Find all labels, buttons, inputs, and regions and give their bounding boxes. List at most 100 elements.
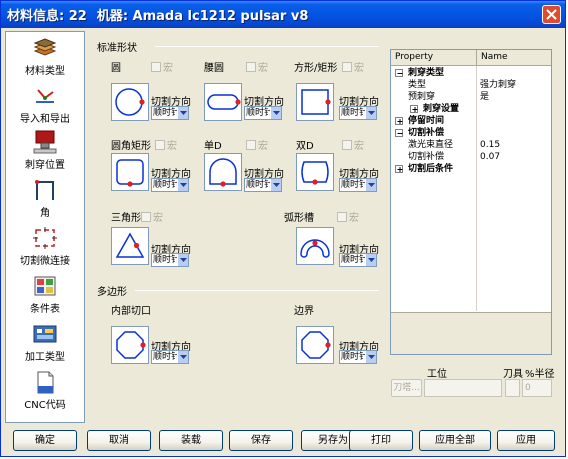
save-button[interactable]: 保存: [229, 430, 293, 451]
group-divider: [135, 290, 379, 291]
cut-direction-select[interactable]: 顺时针: [339, 253, 377, 267]
title-bar[interactable]: 材料信息: 22 机器: Amada lc1212 pulsar v8: [1, 1, 565, 28]
chevron-down-icon: [365, 351, 376, 363]
condition-table-icon: [34, 276, 56, 296]
standard-shapes-title: 标准形状: [97, 43, 137, 54]
shape-box-rectangle[interactable]: [296, 83, 334, 121]
property-row[interactable]: 预刺穿 是: [391, 91, 551, 103]
sidebar-item-micro-joint[interactable]: 切割微连接: [6, 226, 84, 274]
property-row[interactable]: 刺穿类型: [391, 67, 551, 79]
shape-box-obround[interactable]: [204, 83, 242, 121]
single-d-shape-icon: [209, 158, 237, 187]
property-row[interactable]: 类型 强力刺穿: [391, 79, 551, 91]
expand-icon[interactable]: [395, 165, 403, 173]
chevron-down-icon: [365, 179, 376, 191]
cut-direction-select[interactable]: 顺时针: [151, 350, 189, 364]
shape-label-border: 边界: [294, 306, 314, 317]
rectangle-shape-icon: [301, 89, 331, 115]
name-column-header[interactable]: Name: [481, 52, 508, 62]
apply-all-button[interactable]: 应用全部: [419, 430, 491, 451]
sidebar-item-process-type[interactable]: 加工类型: [6, 322, 84, 370]
shape-label-rounded-rectangle: 圆角矩形: [111, 141, 151, 152]
shape-box-arc-slot[interactable]: [296, 227, 334, 265]
rounded-rectangle-shape-icon: [116, 159, 144, 187]
cnc-code-icon: [37, 371, 54, 394]
cut-direction-select[interactable]: 顺时针: [244, 178, 282, 192]
turret-button[interactable]: 刀塔...: [391, 379, 422, 397]
button-bar: 确定 取消 装载 保存 另存为 打印 应用全部 应用: [1, 427, 567, 457]
chevron-down-icon: [177, 179, 188, 191]
property-row[interactable]: 切割后条件: [391, 163, 551, 175]
cut-direction-select[interactable]: 顺时针: [151, 253, 189, 267]
arc-slot-shape-icon: [300, 239, 330, 258]
property-column-header[interactable]: Property: [395, 52, 433, 62]
machine-title: 机器: Amada lc1212 pulsar v8: [96, 9, 309, 24]
property-row[interactable]: 激光束直径 0.15: [391, 139, 551, 151]
sidebar-item-cnc-code[interactable]: CNC代码: [6, 370, 84, 418]
sidebar-item-label: CNC代码: [24, 400, 66, 411]
radius-field[interactable]: 0: [522, 379, 552, 397]
window-title: 材料信息: 22 机器: Amada lc1212 pulsar v8: [7, 5, 308, 24]
chevron-down-icon: [270, 107, 281, 119]
sidebar-item-import-export[interactable]: 导入和导出: [6, 84, 84, 132]
property-row[interactable]: 切割补偿: [391, 127, 551, 139]
collapse-icon[interactable]: [395, 129, 403, 137]
macro-checkbox-arc-slot[interactable]: 宏: [337, 209, 359, 224]
property-row[interactable]: 切割补偿 0.07: [391, 151, 551, 163]
sidebar: 材料类型 导入和导出 刺穿位置 角 切割微连接 条件表 加工类型 CNC代码: [5, 31, 85, 423]
sidebar-item-corner[interactable]: 角: [6, 178, 84, 226]
process-type-icon: [33, 325, 57, 343]
inner-cut-polygon-icon: [116, 331, 146, 359]
double-d-shape-icon: [301, 161, 329, 185]
macro-checkbox-single-d[interactable]: 宏: [246, 137, 268, 152]
shapes-panel: 标准形状 圆 宏 切割方向 顺时针 腰圆 宏 切割方向 顺时针 方形/矩形 宏 …: [89, 31, 387, 423]
sidebar-item-pierce-position[interactable]: 刺穿位置: [6, 130, 84, 178]
sidebar-item-label: 加工类型: [25, 352, 65, 363]
ok-button[interactable]: 确定: [13, 430, 77, 451]
macro-checkbox-rectangle[interactable]: 宏: [342, 59, 364, 74]
circle-shape-icon: [115, 88, 145, 116]
tool-field[interactable]: [505, 379, 520, 397]
property-row[interactable]: 停留时间: [391, 115, 551, 127]
cut-direction-select[interactable]: 顺时针: [339, 350, 377, 364]
cancel-button[interactable]: 取消: [87, 430, 151, 451]
shape-box-single-d[interactable]: [204, 153, 242, 191]
shape-box-circle[interactable]: [111, 83, 149, 121]
chevron-down-icon: [365, 254, 376, 266]
load-button[interactable]: 装载: [159, 430, 223, 451]
macro-checkbox-double-d[interactable]: 宏: [342, 137, 364, 152]
shape-box-rounded-rectangle[interactable]: [111, 153, 149, 191]
shape-box-triangle[interactable]: [111, 227, 149, 265]
print-button[interactable]: 打印: [349, 430, 413, 451]
sidebar-item-label: 切割微连接: [20, 256, 70, 267]
sidebar-item-condition-table[interactable]: 条件表: [6, 274, 84, 322]
cut-direction-select[interactable]: 顺时针: [151, 106, 189, 120]
sidebar-item-material-type[interactable]: 材料类型: [6, 36, 84, 84]
cut-direction-select[interactable]: 顺时针: [339, 106, 377, 120]
expand-icon[interactable]: [410, 105, 418, 113]
macro-checkbox-triangle[interactable]: 宏: [141, 209, 163, 224]
cut-direction-select[interactable]: 顺时针: [339, 178, 377, 192]
macro-checkbox-obround[interactable]: 宏: [246, 59, 268, 74]
shape-box-inner-cut[interactable]: [111, 326, 149, 364]
property-row[interactable]: 刺穿设置: [391, 103, 551, 115]
sidebar-item-label: 刺穿位置: [25, 160, 65, 171]
property-description-panel: [391, 312, 551, 354]
import-export-icon: [36, 89, 54, 103]
close-button[interactable]: [542, 5, 561, 24]
shape-label-single-d: 单D: [204, 141, 222, 152]
sidebar-item-label: 角: [40, 208, 50, 219]
property-grid[interactable]: Property Name 刺穿类型 类型 强力刺穿 预刺穿 是 刺穿设置 停留…: [390, 49, 552, 355]
dialog-window: 材料信息: 22 机器: Amada lc1212 pulsar v8 材料类型 …: [0, 0, 566, 457]
collapse-icon[interactable]: [395, 69, 403, 77]
apply-button[interactable]: 应用: [497, 430, 555, 451]
shape-box-border[interactable]: [296, 326, 334, 364]
macro-checkbox-rounded-rectangle[interactable]: 宏: [155, 137, 177, 152]
cut-direction-select[interactable]: 顺时针: [244, 106, 282, 120]
property-grid-header: Property Name: [391, 50, 551, 66]
shape-box-double-d[interactable]: [296, 153, 334, 191]
cut-direction-select[interactable]: 顺时针: [151, 178, 189, 192]
expand-icon[interactable]: [395, 117, 403, 125]
station-field[interactable]: [424, 379, 502, 397]
macro-checkbox-circle[interactable]: 宏: [151, 59, 173, 74]
